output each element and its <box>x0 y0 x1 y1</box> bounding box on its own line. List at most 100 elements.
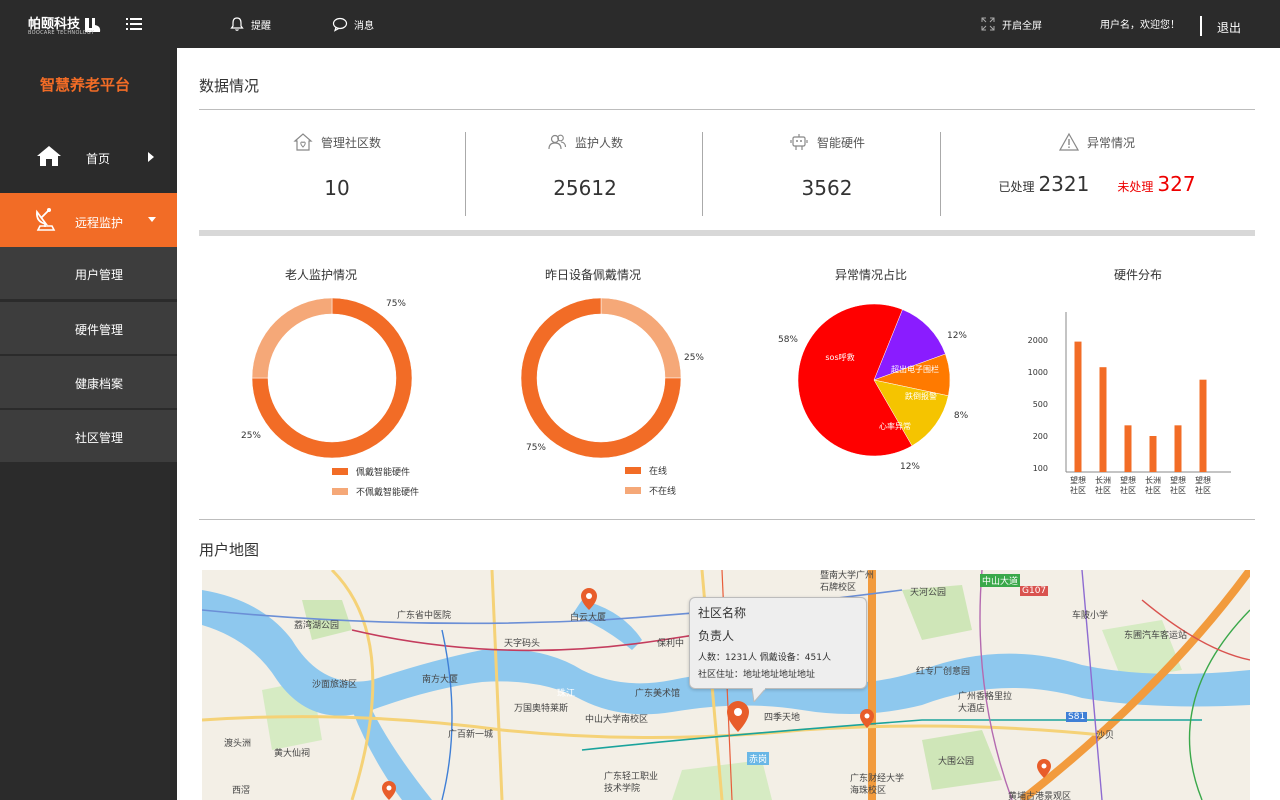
sidebar-item-hardware-management[interactable]: 硬件管理 <box>0 302 177 355</box>
popup-tail <box>752 688 766 702</box>
sidebar-item-user-management[interactable]: 用户管理 <box>0 247 177 300</box>
legend-item: 在线 <box>625 464 667 477</box>
sidebar-item-label: 健康档案 <box>75 377 124 391</box>
reminder-button[interactable]: 提醒 <box>229 16 271 32</box>
sidebar-item-label: 远程监护 <box>75 216 124 230</box>
header-divider <box>1200 16 1202 36</box>
map-label: 黄大仙祠 <box>274 749 311 759</box>
legend-label: 在线 <box>649 467 668 477</box>
y-tick-label: 2000 <box>1028 336 1048 345</box>
map-label: 沙贝 <box>1096 731 1115 741</box>
map-label: 渡头洲 <box>224 739 252 749</box>
data-label: 12% <box>900 462 920 472</box>
x-tick-label: 望想 <box>1170 475 1186 485</box>
data-label: 12% <box>947 331 967 341</box>
user-welcome: 用户名，欢迎您！ <box>1100 16 1180 31</box>
map-label: 西滘 <box>232 786 251 796</box>
map-label: 黄埔古港景观区 <box>1008 792 1072 800</box>
map-label: 广东轻工职业技术学院 <box>604 772 659 794</box>
data-label: 25% <box>241 431 261 441</box>
logout-button[interactable]: 退出 <box>1217 19 1241 36</box>
fullscreen-button[interactable]: 开启全屏 <box>980 16 1042 32</box>
platform-title: 智慧养老平台 <box>39 76 130 94</box>
map-label: 南方大厦 <box>422 675 459 685</box>
map-label: 四季天地 <box>764 713 801 723</box>
donut-slice-offline <box>600 297 682 379</box>
chat-bubble-icon <box>332 17 348 32</box>
fullscreen-label: 开启全屏 <box>1002 20 1042 32</box>
legend-item: 不佩戴智能硬件 <box>332 485 419 498</box>
map-label: 沙面旅游区 <box>312 680 358 690</box>
legend-label: 不在线 <box>649 487 677 497</box>
map-label: 广东省中医院 <box>397 611 452 621</box>
bar <box>1174 425 1182 472</box>
map-label: 广东财经大学海珠校区 <box>850 774 905 796</box>
sidebar-item-label: 用户管理 <box>75 268 124 282</box>
menu-toggle-icon[interactable] <box>126 17 142 31</box>
map-label: 保利中 <box>657 639 685 649</box>
top-bar: 帕颐科技 BOOCARE TECHNOLOGY 提醒 消息 开启全屏 用户名，欢… <box>0 0 1280 48</box>
data-label: 8% <box>954 411 969 421</box>
map-label: 天字码头 <box>504 639 541 649</box>
legend-label: 不佩戴智能硬件 <box>356 488 420 498</box>
welcome-text: 用户名，欢迎您！ <box>1100 20 1180 31</box>
map-label: 东圃汽车客运站 <box>1124 631 1188 641</box>
data-label: 58% <box>778 335 798 345</box>
legend-swatch <box>625 487 641 494</box>
bar <box>1199 379 1207 472</box>
donut-slice-not-wearing <box>251 297 333 379</box>
x-tick-label: 望想 <box>1120 475 1136 485</box>
sidebar-item-remote-monitoring[interactable]: 远程监护 <box>0 193 177 247</box>
x-tick-label: 望想 <box>1070 475 1086 485</box>
y-tick-label: 500 <box>1033 400 1048 409</box>
y-tick-label: 100 <box>1033 464 1048 473</box>
legend-swatch <box>625 467 641 474</box>
x-tick-label: 长洲 <box>1095 475 1111 485</box>
map-label: 暨南大学广州石牌校区 <box>820 571 875 593</box>
chevron-down-icon <box>148 217 156 222</box>
messages-label: 消息 <box>354 20 374 32</box>
x-tick-label: 社区 <box>1195 485 1211 495</box>
map-label: 白云大厦 <box>570 613 607 623</box>
chevron-right-icon <box>148 152 154 162</box>
community-name: 社区名称 <box>698 606 747 620</box>
legend-item: 不在线 <box>625 484 676 497</box>
legend-swatch <box>332 468 348 475</box>
x-tick-label: 社区 <box>1070 485 1086 495</box>
x-tick-label: 望想 <box>1195 475 1211 485</box>
bar <box>1124 425 1132 472</box>
sidebar-item-home[interactable]: 首页 <box>0 136 177 180</box>
map-label: 广东美术馆 <box>635 689 681 699</box>
sidebar-item-label: 社区管理 <box>75 431 124 445</box>
pie-inner-label: 心率异常 <box>879 421 911 431</box>
sidebar-item-health-records[interactable]: 健康档案 <box>0 356 177 409</box>
reminder-label: 提醒 <box>251 20 271 32</box>
map-label: 赤岗 <box>747 752 770 765</box>
sidebar: 智慧养老平台 首页 远程监护 用户管理 硬件管理 健康档案 社区管理 <box>0 48 177 800</box>
sidebar-item-community-management[interactable]: 社区管理 <box>0 410 177 463</box>
messages-button[interactable]: 消息 <box>332 16 374 32</box>
data-label: 25% <box>684 353 704 363</box>
bar <box>1149 436 1157 472</box>
bar <box>1099 367 1107 472</box>
logo-subtitle: BOOCARE TECHNOLOGY <box>28 30 95 36</box>
map-label: 中山大学南校区 <box>585 715 649 725</box>
charts-layer: 75% 25% 25% 75% sos呼救超出电子围栏跌倒报警心率异常 58% 12% 8% 1… <box>241 297 1231 495</box>
y-tick-label: 1000 <box>1028 368 1048 377</box>
legend-label: 佩戴智能硬件 <box>356 468 411 478</box>
logo: 帕颐科技 BOOCARE TECHNOLOGY <box>28 14 102 36</box>
x-tick-label: 社区 <box>1120 485 1136 495</box>
home-icon <box>37 146 61 166</box>
pie-inner-label: 超出电子围栏 <box>891 364 939 374</box>
pie-inner-label: 跌倒报警 <box>905 391 937 401</box>
x-tick-label: 社区 <box>1145 485 1161 495</box>
map-label: G107 <box>1020 586 1049 596</box>
satellite-dish-icon <box>36 208 56 231</box>
data-label: 75% <box>386 299 406 309</box>
fullscreen-icon <box>981 17 995 31</box>
bar <box>1074 341 1082 472</box>
map-label: S81 <box>1066 712 1088 722</box>
pie-inner-label: sos呼救 <box>825 352 854 362</box>
map-label: 中山大道 <box>980 574 1021 587</box>
map-label: 万国奥特莱斯 <box>514 704 569 714</box>
